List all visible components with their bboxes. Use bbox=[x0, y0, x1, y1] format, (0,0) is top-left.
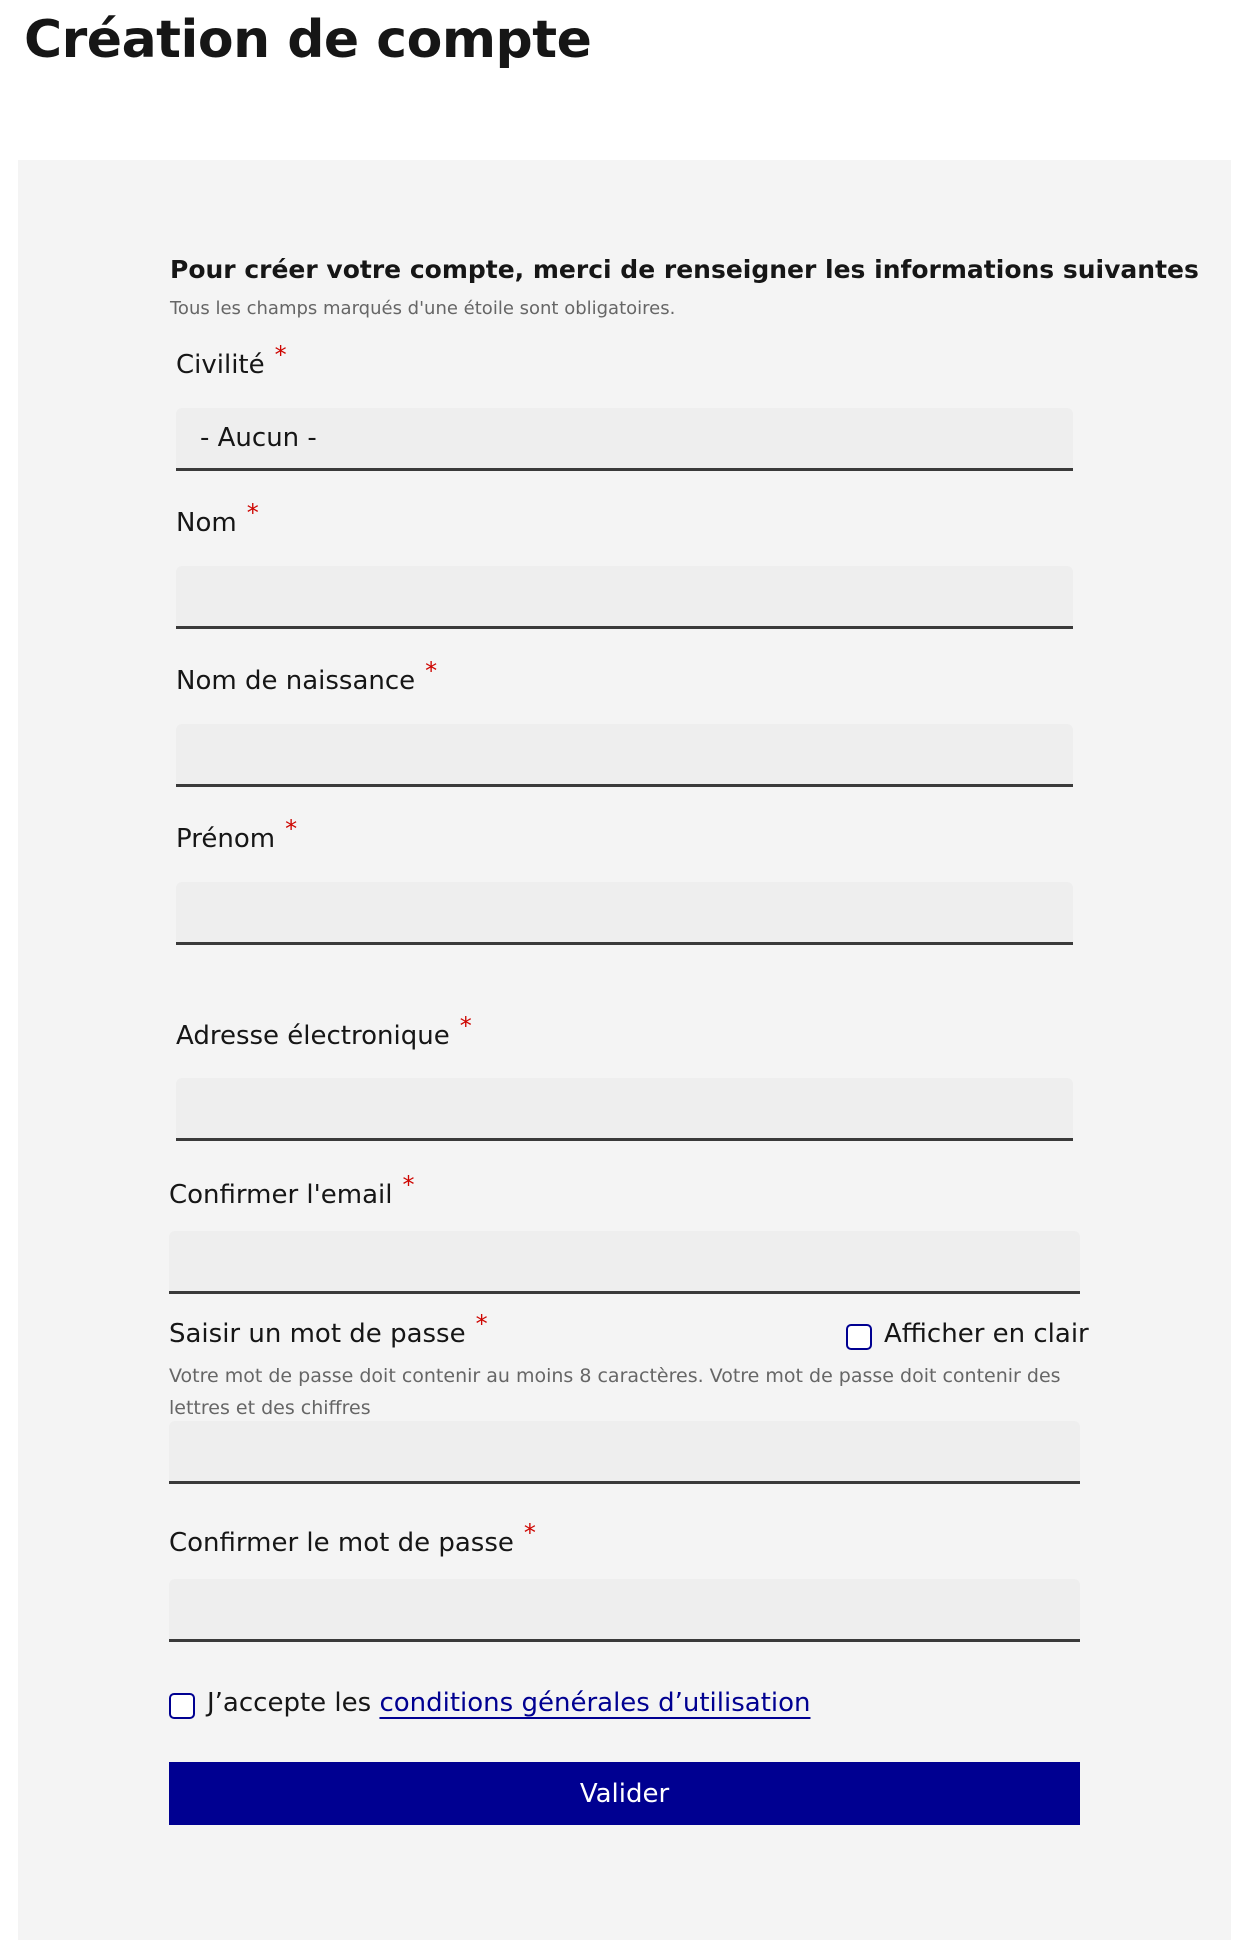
required-marker: * bbox=[523, 1519, 536, 1547]
cgu-label: J’accepte les conditions générales d’uti… bbox=[207, 1688, 811, 1718]
required-marker: * bbox=[459, 1012, 472, 1040]
required-marker: * bbox=[246, 499, 259, 527]
required-marker: * bbox=[274, 341, 287, 369]
nom-label-text: Nom bbox=[176, 508, 237, 538]
email-label-text: Adresse électronique bbox=[176, 1021, 450, 1051]
civilite-label-text: Civilité bbox=[176, 350, 265, 380]
prenom-input[interactable] bbox=[176, 882, 1073, 945]
email-confirm-label: Confirmer l'email * bbox=[169, 1171, 415, 1210]
cgu-link[interactable]: conditions générales d’utilisation bbox=[379, 1688, 810, 1718]
password-label-text: Saisir un mot de passe bbox=[169, 1319, 466, 1349]
nom-input[interactable] bbox=[176, 566, 1073, 629]
email-label: Adresse électronique * bbox=[176, 1012, 472, 1051]
nom-label: Nom * bbox=[176, 499, 259, 538]
form-intro-title: Pour créer votre compte, merci de rensei… bbox=[170, 255, 1199, 284]
show-password-checkbox[interactable] bbox=[846, 1324, 872, 1350]
civilite-select[interactable]: - Aucun - bbox=[176, 408, 1073, 471]
page-title: Création de compte bbox=[24, 10, 592, 70]
nom-naissance-input[interactable] bbox=[176, 724, 1073, 787]
civilite-select-value: - Aucun - bbox=[200, 423, 317, 453]
nom-naissance-label: Nom de naissance * bbox=[176, 657, 437, 696]
password-confirm-input[interactable] bbox=[169, 1579, 1080, 1642]
prenom-label: Prénom * bbox=[176, 815, 297, 854]
cgu-checkbox[interactable] bbox=[169, 1693, 195, 1719]
submit-button[interactable]: Valider bbox=[169, 1762, 1080, 1825]
prenom-label-text: Prénom bbox=[176, 824, 276, 854]
civilite-label: Civilité * bbox=[176, 341, 287, 380]
password-hint: Votre mot de passe doit contenir au moin… bbox=[169, 1365, 1061, 1419]
nom-naissance-label-text: Nom de naissance bbox=[176, 666, 416, 696]
cgu-prefix: J’accepte les bbox=[207, 1688, 380, 1718]
email-confirm-input[interactable] bbox=[169, 1231, 1080, 1294]
required-marker: * bbox=[425, 657, 438, 685]
required-marker: * bbox=[285, 815, 298, 843]
email-input[interactable] bbox=[176, 1078, 1073, 1141]
email-confirm-label-text: Confirmer l'email bbox=[169, 1180, 393, 1210]
form-intro-hint: Tous les champs marqués d'une étoile son… bbox=[170, 298, 676, 319]
password-confirm-label-text: Confirmer le mot de passe bbox=[169, 1528, 514, 1558]
password-label: Saisir un mot de passe * bbox=[169, 1310, 488, 1349]
required-marker: * bbox=[475, 1310, 488, 1338]
password-input[interactable] bbox=[169, 1421, 1080, 1484]
show-password-label[interactable]: Afficher en clair bbox=[884, 1319, 1089, 1349]
password-confirm-label: Confirmer le mot de passe * bbox=[169, 1519, 536, 1558]
required-marker: * bbox=[402, 1171, 415, 1199]
